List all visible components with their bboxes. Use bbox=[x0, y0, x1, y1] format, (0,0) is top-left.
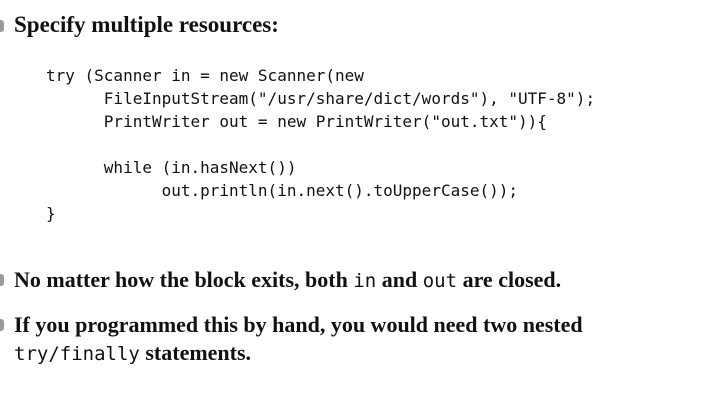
bullet1-text-c: are closed. bbox=[457, 267, 562, 292]
bullet2-sep: / bbox=[48, 343, 60, 365]
bullet-text-1: No matter how the block exits, both in a… bbox=[14, 266, 561, 295]
bullet2-code-try: try bbox=[14, 343, 49, 365]
bullet-marker-heading bbox=[0, 20, 4, 32]
bullet2-text-end: statements. bbox=[139, 340, 252, 365]
bullet2-line2: try/finally statements. bbox=[14, 339, 583, 368]
bullet1-code-in: in bbox=[353, 270, 377, 292]
code-line-2: FileInputStream("/usr/share/dict/words")… bbox=[46, 89, 596, 108]
bullet2-code-finally: finally bbox=[59, 343, 140, 365]
code-line-3: PrintWriter out = new PrintWriter("out.t… bbox=[46, 112, 547, 131]
section-heading: Specify multiple resources: bbox=[14, 12, 279, 37]
bullet1-text-a: No matter how the block exits, both bbox=[14, 267, 354, 292]
bullet-marker-2 bbox=[0, 319, 4, 331]
code-line-5: while (in.hasNext()) bbox=[46, 158, 297, 177]
bullet-text-2: If you programmed this by hand, you woul… bbox=[14, 311, 583, 368]
code-line-1: try (Scanner in = new Scanner(new bbox=[46, 66, 364, 85]
code-line-7: } bbox=[46, 204, 56, 223]
bullet1-code-out: out bbox=[422, 270, 458, 292]
bullet-marker-1 bbox=[0, 274, 4, 286]
bullet2-line1: If you programmed this by hand, you woul… bbox=[14, 312, 583, 337]
code-block: try (Scanner in = new Scanner(new FileIn… bbox=[46, 64, 595, 225]
code-line-6: out.println(in.next().toUpperCase()); bbox=[46, 181, 519, 200]
bullet1-text-b: and bbox=[376, 267, 423, 292]
